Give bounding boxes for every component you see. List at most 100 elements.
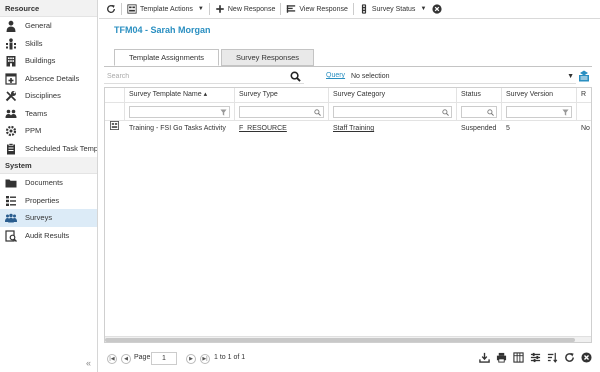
- export-icon[interactable]: [578, 70, 590, 82]
- refresh-button[interactable]: [106, 4, 116, 14]
- filter-select-cell: [105, 103, 125, 120]
- sidebar-item-audit-results[interactable]: Audit Results: [0, 227, 97, 245]
- column-header-r[interactable]: R: [577, 88, 591, 102]
- column-header-survey-type[interactable]: Survey Type: [235, 88, 329, 102]
- sidebar-item-properties[interactable]: Properties: [0, 192, 97, 210]
- scrollbar-thumb[interactable]: [105, 338, 575, 342]
- tools-icon: [5, 90, 17, 102]
- column-header-survey-category[interactable]: Survey Category: [329, 88, 457, 102]
- sort-ascending-icon: ▴: [203, 91, 208, 98]
- sidebar-item-general[interactable]: General: [0, 17, 97, 35]
- filter-cell: [235, 103, 329, 120]
- column-header-survey-template-name[interactable]: Survey Template Name ▴: [125, 88, 235, 102]
- column-header-status[interactable]: Status: [457, 88, 502, 102]
- cell-status: Suspended: [461, 125, 497, 132]
- table-row[interactable]: Training - FSI Go Tasks Activity F_RESOU…: [105, 121, 591, 137]
- template-actions-label: Template Actions: [140, 5, 193, 13]
- toolbar-divider: [208, 3, 210, 15]
- columns-icon[interactable]: [513, 352, 524, 363]
- settings-list-icon[interactable]: [530, 352, 541, 363]
- sidebar-item-skills[interactable]: Skills: [0, 35, 97, 53]
- surveys-icon: [5, 212, 17, 224]
- sidebar-item-label: Scheduled Task Templates: [25, 143, 97, 153]
- print-icon[interactable]: [496, 352, 507, 363]
- chevron-down-icon: ▼: [420, 6, 427, 12]
- new-response-button[interactable]: New Response: [215, 4, 275, 14]
- sidebar-item-scheduled-task-templates[interactable]: Scheduled Task Templates: [0, 140, 97, 158]
- close-icon: [432, 4, 442, 14]
- view-response-button[interactable]: View Response: [286, 4, 348, 14]
- survey-status-button[interactable]: Survey Status ▼: [359, 4, 427, 14]
- sidebar-item-label: PPM: [25, 126, 42, 135]
- survey-status-label: Survey Status: [371, 5, 416, 13]
- tab-template-assignments[interactable]: Template Assignments: [114, 49, 220, 66]
- grid-header-row: Survey Template Name ▴ Survey Type Surve…: [105, 88, 591, 103]
- ppm-icon: [5, 125, 17, 137]
- filter-cell: [125, 103, 235, 120]
- new-response-label: New Response: [227, 5, 276, 13]
- task-template-icon: [5, 142, 17, 155]
- close-button[interactable]: [432, 4, 442, 14]
- traffic-light-icon: [359, 4, 369, 14]
- sidebar-item-teams[interactable]: Teams: [0, 105, 97, 123]
- sort-icon[interactable]: [547, 352, 558, 363]
- properties-icon: [5, 195, 17, 207]
- page-label: Page: [134, 354, 151, 361]
- search-icon[interactable]: [290, 71, 301, 82]
- sidebar-item-label: Surveys: [25, 213, 53, 222]
- sidebar-section-resource: Resource: [0, 0, 97, 17]
- tab-bar: Template Assignments Survey Responses: [114, 49, 316, 66]
- prev-page-button[interactable]: ◀: [121, 354, 131, 364]
- filter-input-survey-category[interactable]: [333, 106, 452, 118]
- sidebar-item-buildings[interactable]: Buildings: [0, 52, 97, 70]
- sidebar-item-label: Audit Results: [25, 230, 70, 240]
- tab-panel: Query No selection ▼ Survey Template Nam…: [104, 66, 592, 348]
- last-page-button[interactable]: ▶|: [200, 354, 210, 364]
- search-input[interactable]: [104, 70, 304, 84]
- sidebar-item-ppm[interactable]: PPM: [0, 122, 97, 140]
- team-icon: [5, 108, 17, 120]
- sidebar-item-label: Properties: [25, 195, 60, 205]
- cell-survey-type: F_RESOURCE: [235, 121, 329, 137]
- filter-input-survey-template-name[interactable]: [129, 106, 230, 118]
- filter-input-status[interactable]: [461, 106, 497, 118]
- horizontal-scrollbar[interactable]: [105, 336, 591, 342]
- query-select-value: No selection: [351, 73, 390, 80]
- filter-cell: [457, 103, 502, 120]
- collapse-sidebar-button[interactable]: «: [86, 358, 91, 368]
- survey-category-link[interactable]: Staff Training: [333, 125, 374, 132]
- tab-survey-responses[interactable]: Survey Responses: [221, 49, 314, 66]
- record-range: 1 to 1 of 1: [214, 354, 246, 361]
- sidebar-item-absence-details[interactable]: Absence Details: [0, 70, 97, 88]
- first-page-button[interactable]: |◀: [107, 354, 117, 364]
- refresh-icon[interactable]: [564, 352, 575, 363]
- template-icon: [127, 4, 137, 14]
- building-icon: [5, 55, 17, 67]
- sidebar-item-documents[interactable]: Documents: [0, 174, 97, 192]
- sidebar-item-label: Skills: [25, 38, 43, 48]
- column-header-survey-version[interactable]: Survey Version: [502, 88, 577, 102]
- page-number-input[interactable]: [151, 352, 177, 365]
- close-icon[interactable]: [581, 352, 592, 363]
- toolbar: Template Actions ▼ New Response View Res…: [99, 0, 600, 19]
- download-icon[interactable]: [479, 352, 490, 363]
- person-icon: [5, 20, 17, 32]
- grid-row-icon: [110, 121, 119, 137]
- filter-input-survey-version[interactable]: [506, 106, 572, 118]
- folder-icon: [5, 177, 17, 189]
- search-icon: [487, 109, 494, 116]
- main-content: Template Actions ▼ New Response View Res…: [99, 0, 600, 372]
- sidebar-item-surveys[interactable]: Surveys: [0, 209, 97, 227]
- chevron-down-icon: ▼: [197, 6, 204, 12]
- sidebar-item-label: Absence Details: [25, 73, 80, 83]
- filter-input-survey-type[interactable]: [239, 106, 324, 118]
- next-page-button[interactable]: ▶: [186, 354, 196, 364]
- sidebar-item-label: Teams: [25, 108, 48, 118]
- view-response-label: View Response: [299, 5, 348, 13]
- page-title: TFM04 - Sarah Morgan: [114, 25, 211, 35]
- sidebar-item-disciplines[interactable]: Disciplines: [0, 87, 97, 105]
- survey-type-link[interactable]: F_RESOURCE: [239, 125, 287, 132]
- query-select[interactable]: No selection ▼: [350, 70, 576, 84]
- query-link[interactable]: Query: [326, 72, 345, 79]
- template-actions-button[interactable]: Template Actions ▼: [127, 4, 204, 14]
